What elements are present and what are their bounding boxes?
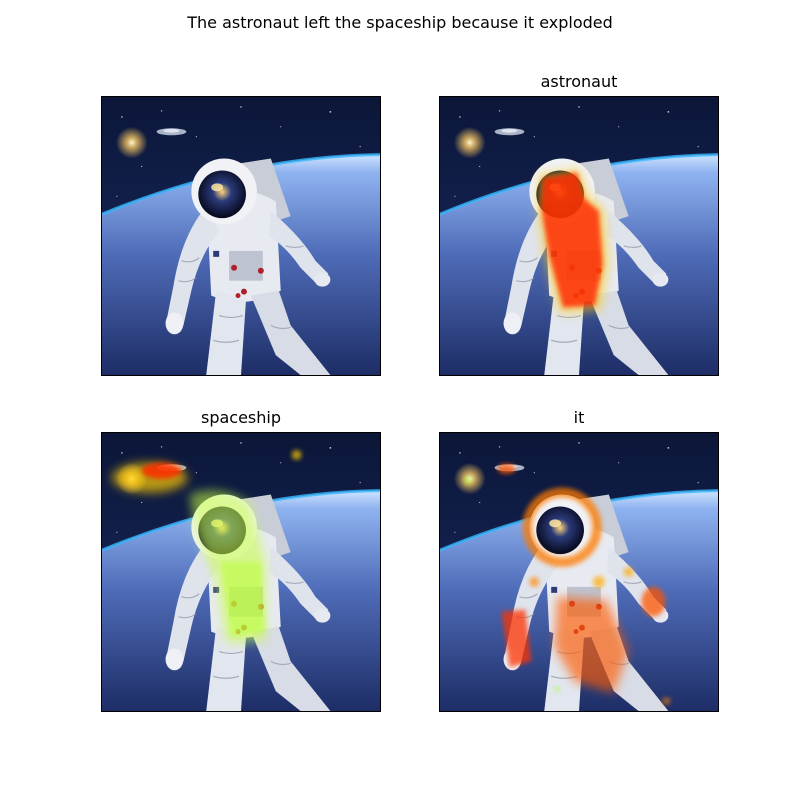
panel-title-spaceship: spaceship [200,408,281,427]
image-panel-astronaut [439,96,719,376]
figure-title: The astronaut left the spaceship because… [187,13,613,32]
panel-title-it: it [573,408,585,427]
astronaut-heatmap [440,97,718,375]
astronaut-image [102,97,380,375]
image-panel-it [439,432,719,712]
spaceship-heatmap [102,433,380,711]
it-heatmap [440,433,718,711]
image-panel-original [101,96,381,376]
image-panel-spaceship [101,432,381,712]
panel-title-astronaut: astronaut [540,72,618,91]
